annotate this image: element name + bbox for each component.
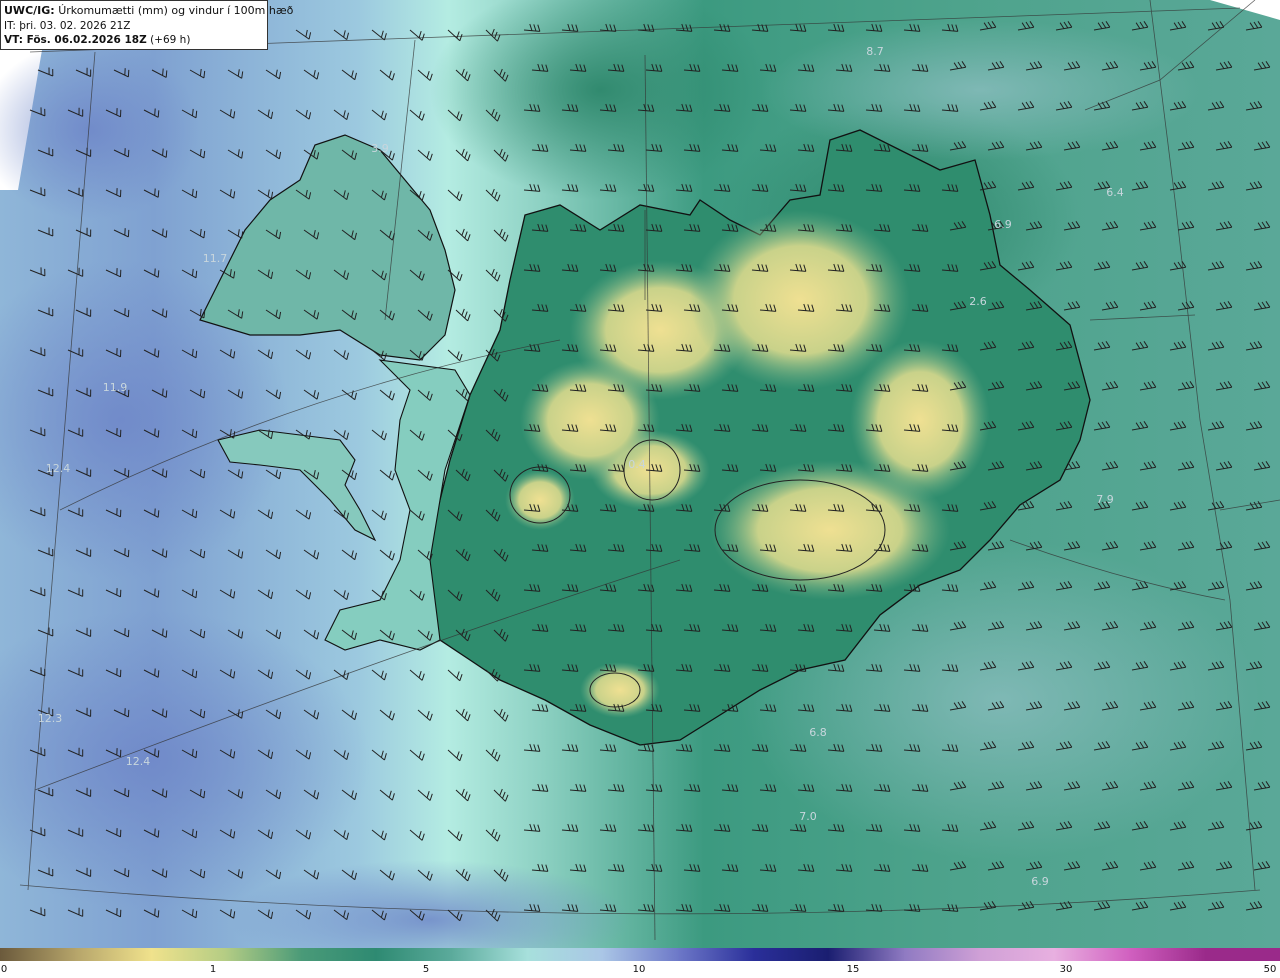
colorbar-segment: [0, 948, 77, 961]
colorbar-segment: [677, 948, 754, 961]
value-label: 11.9: [103, 381, 128, 394]
value-label: 3.9: [371, 142, 389, 155]
value-label: 7.9: [1096, 493, 1114, 506]
colorbar-tick-label: 50: [1263, 964, 1277, 975]
value-label: 0.4: [628, 458, 646, 471]
value-label: 11.7: [203, 252, 228, 265]
colorbar-tick-label: 30: [1059, 964, 1073, 975]
colorbar-segment: [301, 948, 378, 961]
colorbar-segment: [376, 948, 453, 961]
colorbar-segment: [602, 948, 679, 961]
colorbar-tick-label: 15: [846, 964, 860, 975]
colorbar-segment: [903, 948, 980, 961]
value-label: 6.9: [1031, 875, 1049, 888]
colorbar-segment: [75, 948, 152, 961]
colorbar-segment: [1129, 948, 1206, 961]
colorbar-tick-label: 1: [209, 964, 217, 975]
colorbar-segment: [225, 948, 303, 961]
colorbar-segment: [527, 948, 604, 961]
value-label: 12.3: [38, 712, 63, 725]
map-title: Úrkomumætti (mm) og vindur í 100m hæð: [58, 4, 294, 17]
colorbar-segment: [150, 948, 227, 961]
colorbar-tick-label: 5: [422, 964, 430, 975]
value-label: 8.7: [866, 45, 884, 58]
colorbar-segment: [1054, 948, 1131, 961]
colorbar-segment: [978, 948, 1056, 961]
lead-time: (+69 h): [150, 34, 191, 46]
colorbar-tick-label: 0: [0, 964, 8, 975]
product-code: UWC/IG:: [4, 4, 55, 17]
value-label: 6.4: [1106, 186, 1124, 199]
colorbar-segment: [752, 948, 830, 961]
colorbar-tick-label: 10: [632, 964, 646, 975]
value-label: 12.4: [46, 462, 71, 475]
highland-zone: [850, 340, 990, 500]
valid-time: VT: Fös. 06.02.2026 18Z: [4, 34, 147, 46]
init-time: IT: þri. 03. 02. 2026 21Z: [4, 19, 131, 32]
value-label: 7.0: [799, 810, 817, 823]
value-label: 6.9: [994, 218, 1012, 231]
forecast-map: 8.7 3.9 6.4 11.7 6.9 2.6 11.9 12.4 0.4 7.9 12.3 6.8…: [0, 0, 1280, 948]
colorbar-strip: [0, 948, 1280, 961]
value-label: 6.8: [809, 726, 827, 739]
colorbar-segment: [828, 948, 905, 961]
value-label: 2.6: [969, 295, 987, 308]
map-info-box: UWC/IG: Úrkomumætti (mm) og vindur í 100…: [0, 0, 293, 50]
colorbar-segment: [451, 948, 529, 961]
value-label: 12.4: [126, 755, 151, 768]
precip-colorbar: 0 1 5 10 15 30 50: [0, 948, 1280, 978]
colorbar-segment: [1204, 948, 1280, 961]
